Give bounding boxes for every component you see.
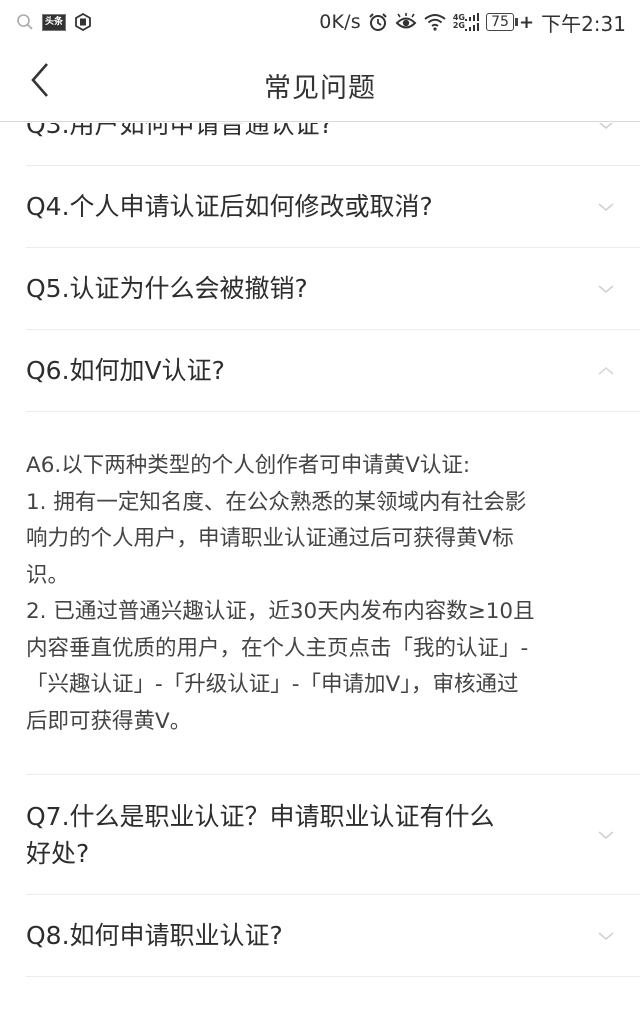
chevron-down-icon[interactable] [598, 928, 614, 944]
question-text: Q8.如何申请职业认证? [26, 921, 283, 950]
faq-scroll-content: Q3.用户如何申请普通认证? Q4.个人申请认证后如何修改或取消? Q5.认证为… [0, 123, 640, 977]
question-line: Q7.什么是职业认证？申请职业认证有什么 [26, 801, 495, 831]
battery-tip [514, 18, 518, 26]
status-bar-left: 头条 [16, 8, 92, 36]
chevron-down-icon[interactable] [598, 827, 614, 843]
chevron-down-icon[interactable] [598, 281, 614, 297]
signal-labels: 4G 2G [452, 13, 465, 30]
answer-line: 1. 拥有一定知名度、在公众熟悉的某领域内有社会影 [26, 489, 527, 515]
faq-item-q7: Q7.什么是职业认证？申请职业认证有什么 好处? [26, 775, 640, 895]
battery-level: 75 [485, 13, 514, 31]
faq-question-q6[interactable]: Q6.如何加V认证? [26, 330, 640, 411]
question-line: 好处? [26, 838, 90, 868]
status-bar-right: 0K/s 4G 2G 75 + 下午2:31 [319, 8, 626, 36]
faq-answer-q6: A6.以下两种类型的个人创作者可申请黄V认证: 1. 拥有一定知名度、在公众熟悉… [26, 411, 640, 774]
question-text: Q5.认证为什么会被撤销? [26, 274, 308, 303]
nav-bar: 常见问题 [0, 44, 640, 122]
clock: 下午2:31 [541, 11, 626, 36]
toutiao-app-icon: 头条 [42, 13, 67, 31]
faq-item-q3: Q3.用户如何申请普通认证? [26, 123, 640, 166]
search-icon [16, 13, 34, 31]
charging-icon: + [518, 11, 535, 33]
faq-item-q6: Q6.如何加V认证? A6.以下两种类型的个人创作者可申请黄V认证: 1. 拥有… [26, 330, 640, 775]
chevron-down-icon[interactable] [598, 123, 614, 133]
faq-item-q8: Q8.如何申请职业认证? [26, 895, 640, 977]
wifi-icon [424, 13, 446, 31]
faq-list[interactable]: Q3.用户如何申请普通认证? Q4.个人申请认证后如何修改或取消? Q5.认证为… [0, 123, 640, 1024]
question-text: Q7.什么是职业认证？申请职业认证有什么 好处? [26, 798, 495, 872]
status-bar: 头条 0K/s 4G 2G 75 + 下午2:31 [0, 0, 640, 44]
answer-line: 识。 [26, 562, 70, 588]
shield-app-icon [74, 13, 92, 31]
faq-item-q5: Q5.认证为什么会被撤销? [26, 248, 640, 330]
chevron-up-icon[interactable] [598, 363, 614, 379]
alarm-icon [368, 12, 388, 32]
network-speed: 0K/s [319, 11, 361, 33]
faq-question-q7[interactable]: Q7.什么是职业认证？申请职业认证有什么 好处? [26, 775, 640, 894]
faq-question-q5[interactable]: Q5.认证为什么会被撤销? [26, 248, 640, 329]
cellular-signal-icon: 4G 2G [453, 13, 479, 31]
chevron-down-icon[interactable] [598, 199, 614, 215]
battery-indicator: 75 + [485, 11, 535, 33]
faq-item-q4: Q4.个人申请认证后如何修改或取消? [26, 166, 640, 248]
faq-question-q3[interactable]: Q3.用户如何申请普通认证? [26, 123, 640, 165]
faq-question-q4[interactable]: Q4.个人申请认证后如何修改或取消? [26, 166, 640, 247]
page-title: 常见问题 [264, 73, 376, 104]
answer-line: A6.以下两种类型的个人创作者可申请黄V认证: [26, 453, 471, 478]
question-text: Q6.如何加V认证? [26, 356, 225, 385]
answer-line: 内容垂直优质的用户，在个人主页点击「我的认证」- [26, 635, 529, 661]
question-text: Q4.个人申请认证后如何修改或取消? [26, 192, 433, 221]
answer-line: 后即可获得黄V。 [26, 708, 192, 734]
answer-line: 响力的个人用户，申请职业认证通过后可获得黄V标 [26, 526, 514, 551]
faq-question-q8[interactable]: Q8.如何申请职业认证? [26, 895, 640, 976]
question-text: Q3.用户如何申请普通认证? [26, 123, 333, 139]
answer-line: 2. 已通过普通兴趣认证，近30天内发布内容数≥10且 [26, 599, 535, 624]
eye-icon [395, 13, 417, 31]
answer-line: 「兴趣认证」-「升级认证」-「申请加V」，审核通过 [26, 672, 519, 697]
